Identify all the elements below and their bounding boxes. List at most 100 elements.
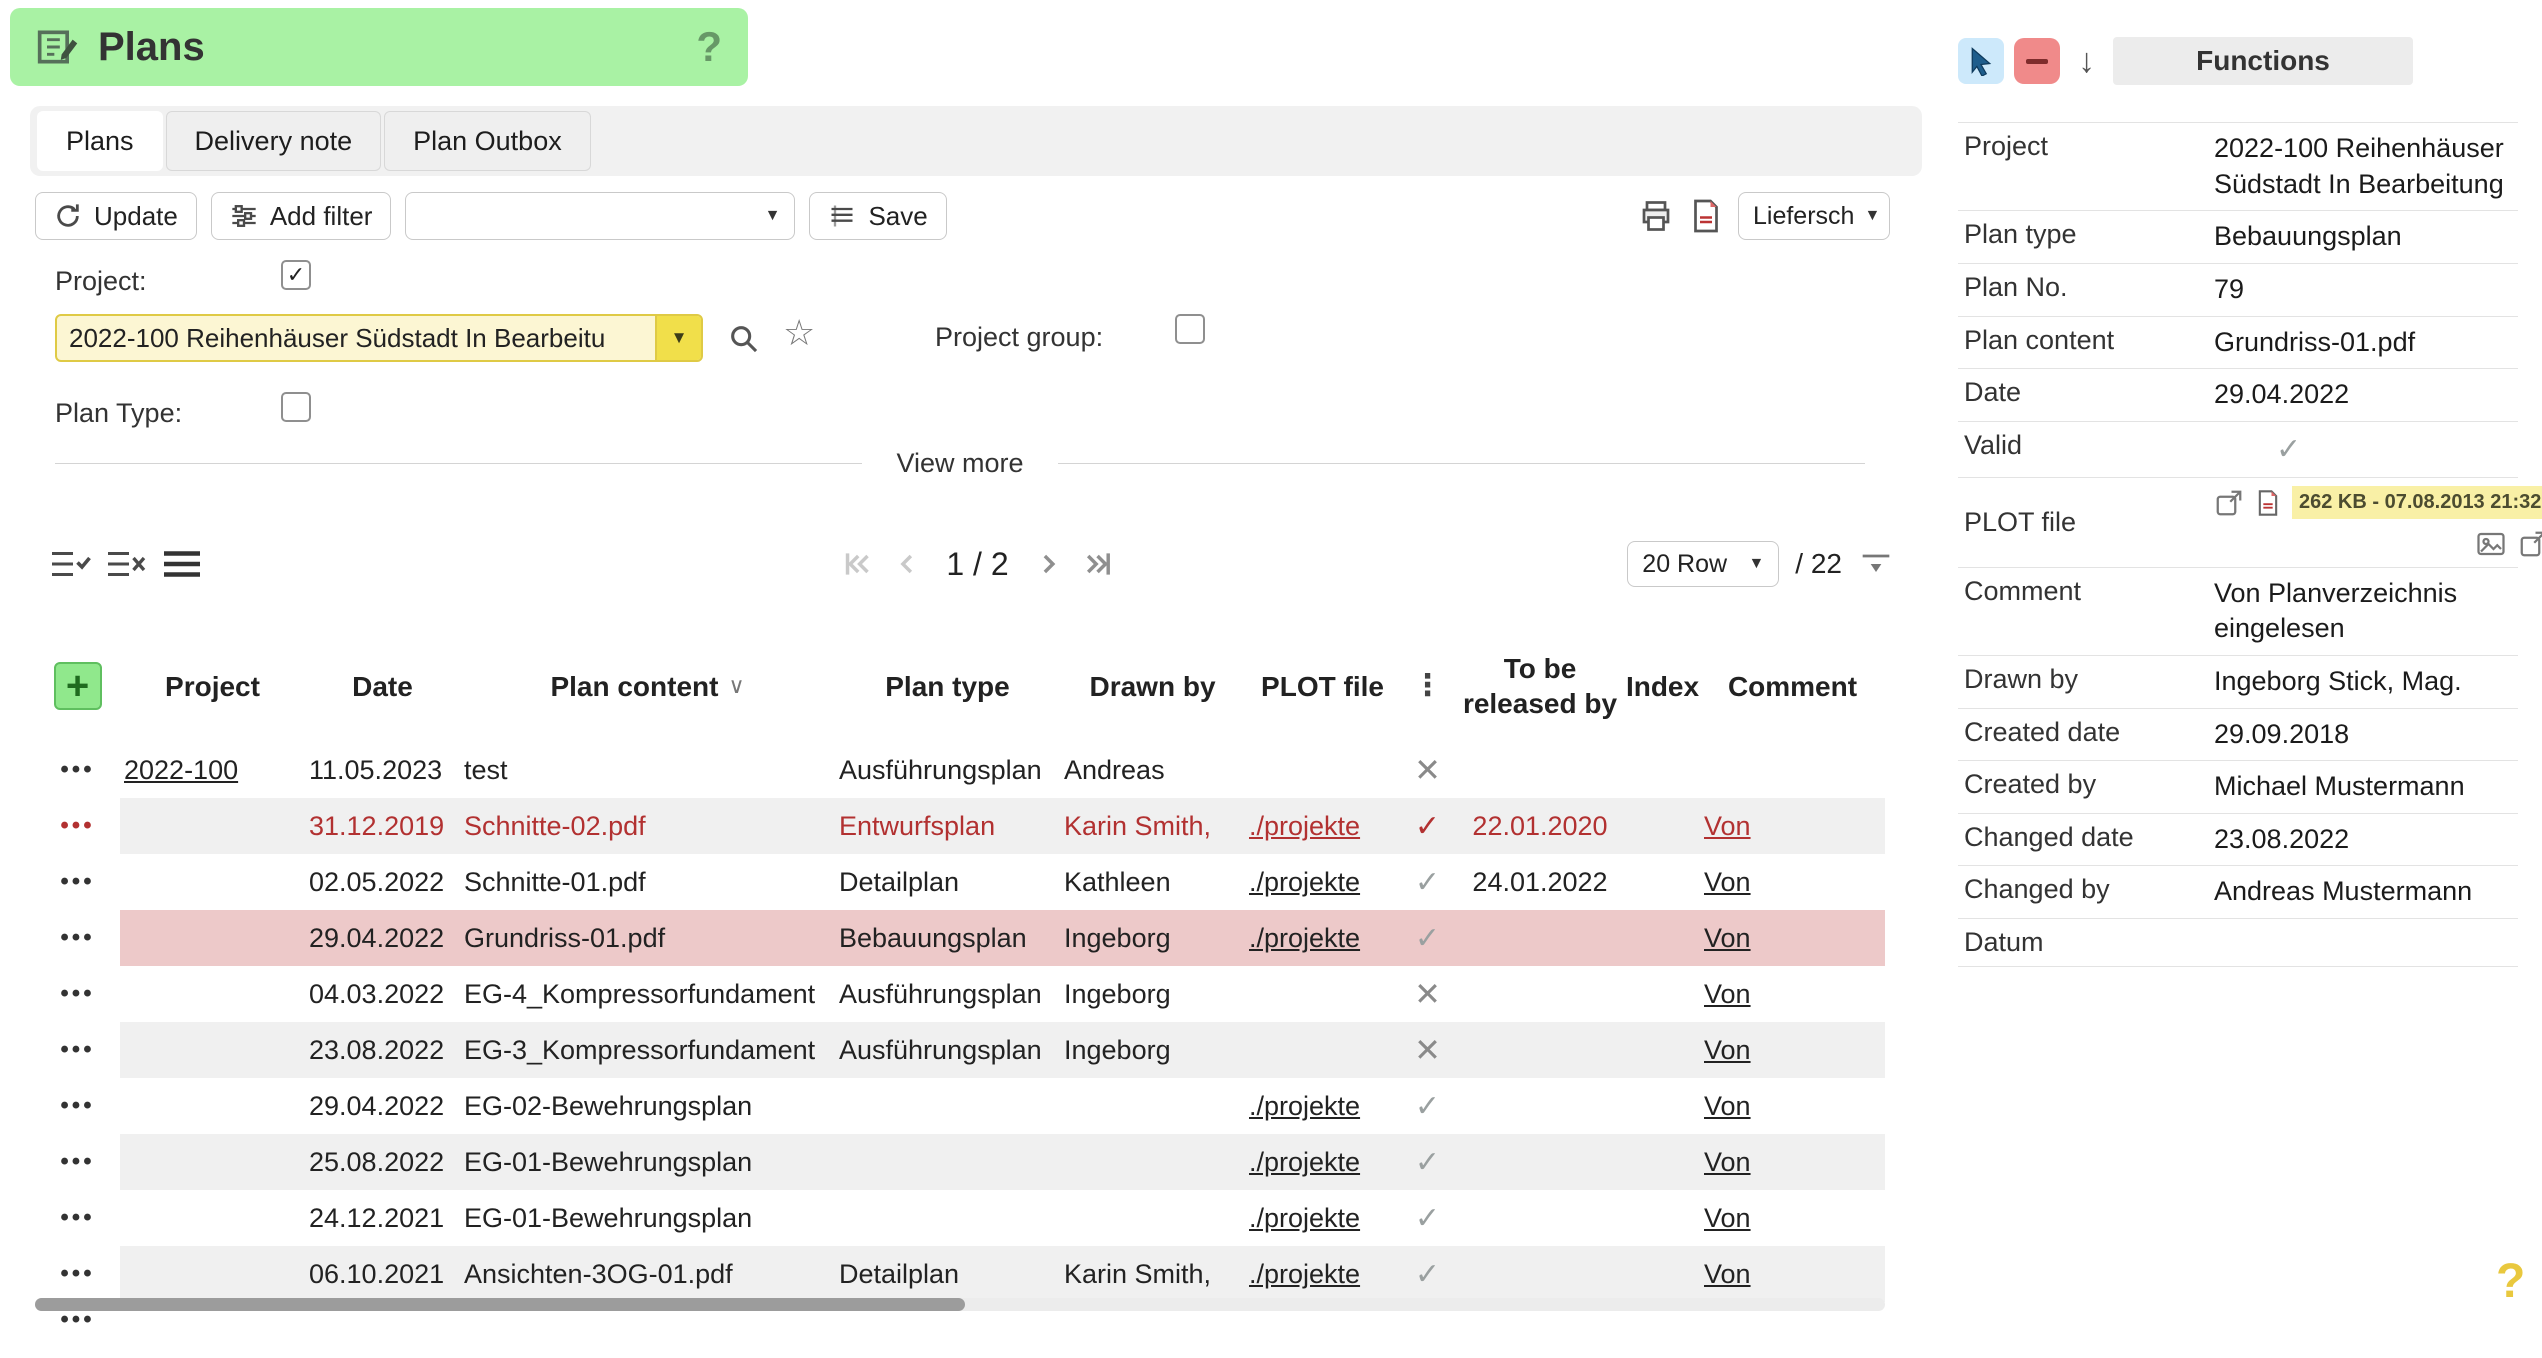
row-menu-button[interactable]: •••: [35, 742, 120, 798]
add-plan-button[interactable]: +: [54, 662, 102, 710]
project-filter-combobox[interactable]: 2022-100 Reihenhäuser Südstadt In Bearbe…: [55, 314, 703, 362]
filter-preset-select[interactable]: ▼: [405, 192, 795, 240]
comment-link[interactable]: Von: [1700, 1091, 1885, 1122]
deselect-all-icon[interactable]: [105, 546, 147, 582]
comment-link[interactable]: Von: [1700, 811, 1885, 842]
plot-file-link[interactable]: ./projekte: [1245, 867, 1400, 898]
pdf-export-icon[interactable]: [1688, 198, 1724, 234]
col-header-kebab-icon[interactable]: ⋮: [1400, 667, 1455, 705]
help-icon[interactable]: ?: [2496, 1254, 2525, 1309]
comment-link[interactable]: Von: [1700, 979, 1885, 1010]
row-menu-button[interactable]: •••: [35, 854, 120, 910]
table-row[interactable]: ••• 02.05.2022 Schnitte-01.pdf Detailpla…: [35, 854, 1885, 910]
tab-delivery-note[interactable]: Delivery note: [166, 111, 382, 171]
plot-file-link[interactable]: ./projekte: [1245, 811, 1400, 842]
project-filter-checkbox[interactable]: ✓: [281, 260, 311, 290]
field-label: Project: [1964, 131, 2214, 162]
table-row[interactable]: ••• 24.12.2021 EG-01-Bewehrungsplan ./pr…: [35, 1190, 1885, 1246]
row-menu-button[interactable]: •••: [35, 1022, 120, 1078]
plot-file-link[interactable]: ./projekte: [1245, 923, 1400, 954]
tab-plan-outbox[interactable]: Plan Outbox: [384, 111, 591, 171]
rows-per-page-group: 20 Row ▼ / 22: [1627, 541, 1892, 587]
col-header-comment[interactable]: Comment: [1700, 669, 1885, 704]
comment-link[interactable]: Von: [1700, 923, 1885, 954]
drawn-by-cell: Andreas: [1060, 755, 1245, 786]
favorite-star-icon[interactable]: ☆: [783, 312, 815, 354]
save-button[interactable]: Save: [809, 192, 946, 240]
plan-type-checkbox[interactable]: [281, 392, 311, 422]
functions-header[interactable]: Functions: [2113, 37, 2413, 85]
page-indicator: 1 / 2: [946, 546, 1008, 583]
comment-link[interactable]: Von: [1700, 1035, 1885, 1066]
row-menu-button[interactable]: •••: [35, 910, 120, 966]
banner-help-icon[interactable]: ?: [696, 23, 722, 71]
plot-file-link[interactable]: ./projekte: [1245, 1259, 1400, 1290]
plot-file-link[interactable]: ./projekte: [1245, 1203, 1400, 1234]
row-menu-button[interactable]: •••: [35, 1134, 120, 1190]
plot-file-link[interactable]: ./projekte: [1245, 1091, 1400, 1122]
first-page-icon[interactable]: [840, 548, 872, 580]
plans-icon: [36, 25, 80, 69]
table-row[interactable]: ••• 31.12.2019 Schnitte-02.pdf Entwurfsp…: [35, 798, 1885, 854]
table-row[interactable]: ••• 23.08.2022 EG-3_Kompressorfundament …: [35, 1022, 1885, 1078]
table-row[interactable]: ••• 29.04.2022 EG-02-Bewehrungsplan ./pr…: [35, 1078, 1885, 1134]
chevron-down-icon: ▼: [1864, 207, 1880, 225]
plot-open-icon[interactable]: [2214, 488, 2244, 518]
sort-down-icon[interactable]: ∨: [728, 672, 744, 700]
table-options-icon[interactable]: [1860, 552, 1892, 576]
row-menu-button[interactable]: •••: [35, 1190, 120, 1246]
horizontal-scrollbar[interactable]: [35, 1298, 1885, 1311]
col-header-released-by[interactable]: To be released by: [1455, 651, 1625, 721]
col-header-project[interactable]: Project: [120, 669, 305, 704]
col-header-date[interactable]: Date: [305, 669, 460, 704]
comment-link[interactable]: Von: [1700, 1147, 1885, 1178]
rows-per-page-select[interactable]: 20 Row ▼: [1627, 541, 1779, 587]
scrollbar-thumb[interactable]: [35, 1298, 965, 1311]
col-header-drawn-by[interactable]: Drawn by: [1060, 669, 1245, 704]
plan-content-label: Plan content: [550, 669, 718, 704]
lieferschein-select[interactable]: Liefersch ▼: [1738, 192, 1890, 240]
drawn-by-cell: Ingeborg: [1060, 979, 1245, 1010]
project-group-label: Project group:: [935, 322, 1103, 353]
col-header-plan-content[interactable]: Plan content ∨: [460, 669, 835, 704]
select-tool-button[interactable]: [1958, 38, 2004, 84]
status-icon: ✓: [1415, 809, 1440, 844]
combobox-caret-icon[interactable]: ▼: [655, 316, 701, 360]
project-link[interactable]: 2022-100: [120, 755, 305, 786]
add-filter-button[interactable]: Add filter: [211, 192, 392, 240]
row-menu-button[interactable]: •••: [35, 1246, 120, 1302]
table-row[interactable]: ••• 25.08.2022 EG-01-Bewehrungsplan ./pr…: [35, 1134, 1885, 1190]
next-page-icon[interactable]: [1033, 548, 1065, 580]
table-row[interactable]: ••• 29.04.2022 Grundriss-01.pdf Bebauung…: [35, 910, 1885, 966]
table-row[interactable]: ••• 2022-100 11.05.2023 test Ausführungs…: [35, 742, 1885, 798]
table-row[interactable]: ••• 04.03.2022 EG-4_Kompressorfundament …: [35, 966, 1885, 1022]
col-header-plot-file[interactable]: PLOT file: [1245, 669, 1400, 704]
plot-file-link[interactable]: ./projekte: [1245, 1147, 1400, 1178]
table-row[interactable]: ••• 06.10.2021 Ansichten-3OG-01.pdf Deta…: [35, 1246, 1885, 1302]
row-menu-button[interactable]: •••: [35, 966, 120, 1022]
comment-link[interactable]: Von: [1700, 1203, 1885, 1234]
tab-plans[interactable]: Plans: [37, 111, 163, 171]
comment-link[interactable]: Von: [1700, 1259, 1885, 1290]
menu-icon[interactable]: [161, 546, 203, 582]
plot-external-icon[interactable]: [2518, 529, 2542, 559]
remove-button[interactable]: [2014, 38, 2060, 84]
select-all-icon[interactable]: [49, 546, 91, 582]
plot-preview-icon[interactable]: [2476, 529, 2506, 559]
plot-pdf-icon[interactable]: [2254, 489, 2282, 517]
update-button[interactable]: Update: [35, 192, 197, 240]
last-page-icon[interactable]: [1083, 548, 1115, 580]
comment-link[interactable]: Von: [1700, 867, 1885, 898]
print-icon[interactable]: [1638, 198, 1674, 234]
project-group-checkbox[interactable]: [1175, 314, 1205, 344]
field-label: Datum: [1964, 927, 2214, 958]
row-menu-button[interactable]: •••: [35, 798, 120, 854]
col-header-plan-type[interactable]: Plan type: [835, 669, 1060, 704]
table-header-row: + Project Date Plan content ∨ Plan type …: [35, 630, 1885, 742]
col-header-index[interactable]: Index: [1625, 669, 1700, 704]
row-menu-button[interactable]: •••: [35, 1078, 120, 1134]
download-arrow-icon[interactable]: ↓: [2078, 42, 2095, 81]
prev-page-icon[interactable]: [890, 548, 922, 580]
view-more-link[interactable]: View more: [862, 448, 1057, 479]
search-icon[interactable]: [727, 322, 761, 356]
